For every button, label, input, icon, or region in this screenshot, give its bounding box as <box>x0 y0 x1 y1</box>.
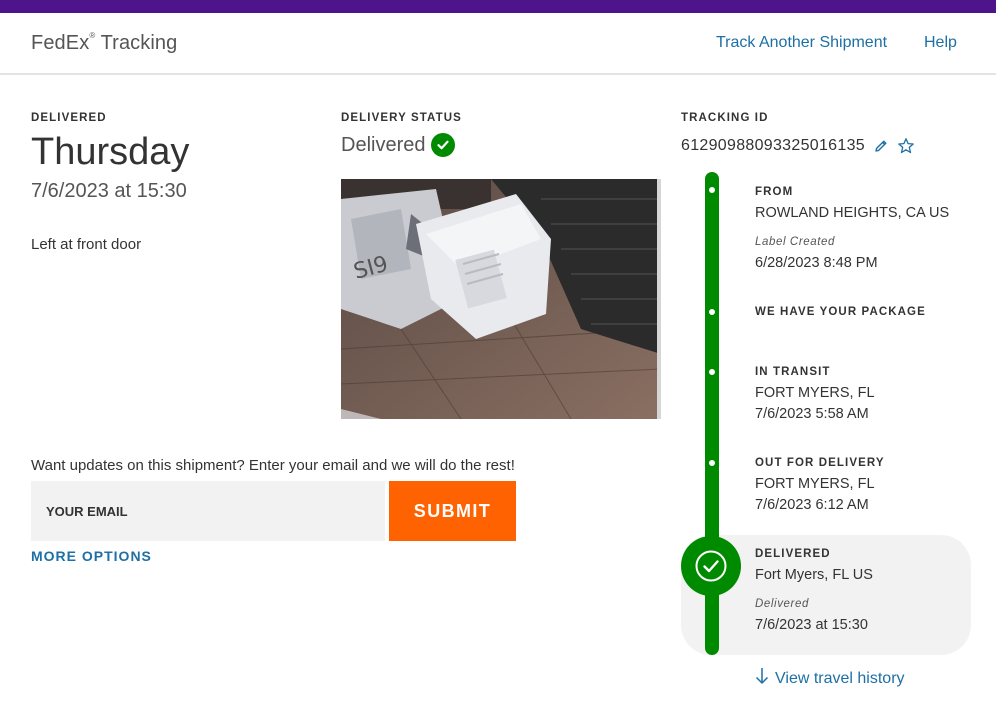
page-header: FedEx® Tracking Track Another Shipment H… <box>0 13 996 75</box>
timeline-in-transit-date: 7/6/2023 5:58 AM <box>755 406 869 422</box>
timeline-out-for-delivery-location: FORT MYERS, FL <box>755 476 875 492</box>
timeline-dot-out-for-delivery <box>709 460 715 466</box>
pencil-icon[interactable] <box>873 138 889 154</box>
view-travel-history-label: View travel history <box>775 669 905 687</box>
submit-button[interactable]: SUBMIT <box>389 481 516 541</box>
timeline-in-transit-title: IN TRANSIT <box>755 366 831 378</box>
timeline-dot-from <box>709 187 715 193</box>
timeline-dot-in-transit <box>709 369 715 375</box>
tracking-id-label: TRACKING ID <box>681 112 769 124</box>
timeline-in-transit-location: FORT MYERS, FL <box>755 385 875 401</box>
brand-registered-mark: ® <box>89 31 96 41</box>
delivery-photo[interactable]: SI9 <box>341 179 661 419</box>
timeline-delivered-title: DELIVERED <box>755 548 831 560</box>
check-circle-icon <box>431 133 456 157</box>
delivery-day: Thursday <box>31 131 190 173</box>
timeline-delivered-sub-label: Delivered <box>755 598 809 610</box>
delivered-label: DELIVERED <box>31 112 107 124</box>
view-travel-history-link[interactable]: View travel history <box>755 667 905 690</box>
email-updates-prompt: Want updates on this shipment? Enter you… <box>31 457 515 474</box>
timeline-from-title: FROM <box>755 186 794 198</box>
timeline-out-for-delivery-title: OUT FOR DELIVERY <box>755 457 885 469</box>
timeline-dot-have-package <box>709 309 715 315</box>
email-field[interactable] <box>31 481 385 541</box>
more-options-link[interactable]: MORE OPTIONS <box>31 548 152 564</box>
delivery-date-time: 7/6/2023 at 15:30 <box>31 180 187 202</box>
delivery-note: Left at front door <box>31 236 142 253</box>
track-another-shipment-link[interactable]: Track Another Shipment <box>716 34 887 52</box>
delivered-check-icon <box>681 536 741 596</box>
tracking-number: 612909880933250161​35 <box>681 137 865 154</box>
help-link[interactable]: Help <box>924 34 957 52</box>
timeline-out-for-delivery-date: 7/6/2023 6:12 AM <box>755 497 869 513</box>
brand-section: Tracking <box>95 32 178 54</box>
timeline-from-location: ROWLAND HEIGHTS, CA US <box>755 205 950 221</box>
delivery-status: Delivered <box>341 133 456 157</box>
arrow-down-icon <box>755 667 769 690</box>
brand-top-bar <box>0 0 996 13</box>
timeline-delivered-location: Fort Myers, FL US <box>755 567 873 583</box>
star-icon[interactable] <box>897 137 915 155</box>
tracking-id-row: 612909880933250161​35 <box>681 137 915 155</box>
timeline-have-package-title: WE HAVE YOUR PACKAGE <box>755 306 926 318</box>
brand-title[interactable]: FedEx® Tracking <box>31 31 178 55</box>
timeline-label-created: Label Created <box>755 236 836 248</box>
brand-name: FedEx <box>31 32 90 54</box>
delivery-status-value: Delivered <box>341 133 426 156</box>
delivery-status-label: DELIVERY STATUS <box>341 112 462 124</box>
timeline-from-date: 6/28/2023 8:48 PM <box>755 255 878 271</box>
timeline-delivered-date: 7/6/2023 at 15:30 <box>755 617 868 633</box>
